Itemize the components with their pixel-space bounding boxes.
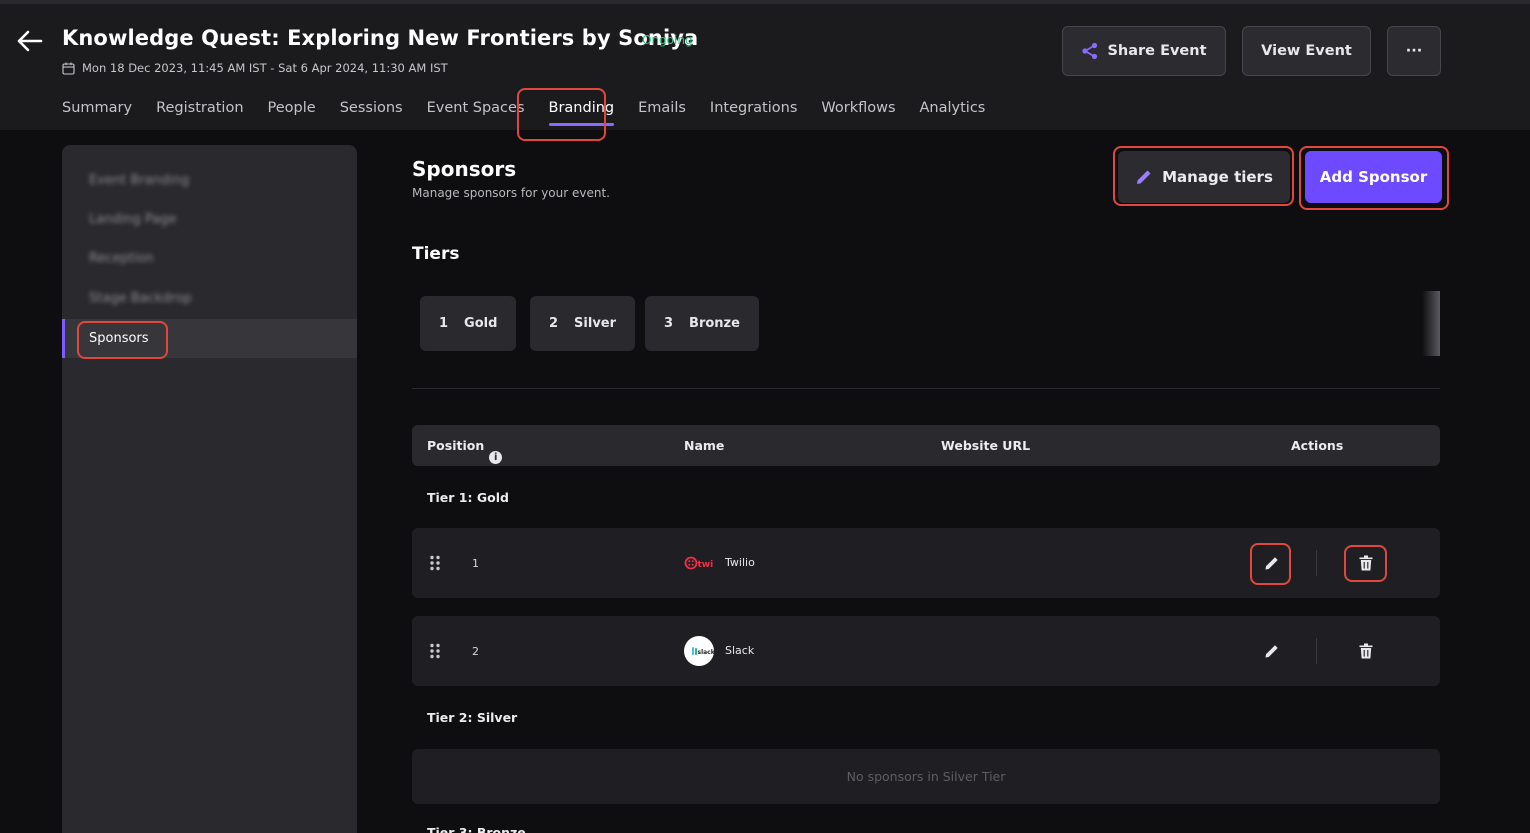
sponsor-name: Twilio — [725, 556, 755, 569]
column-header-website-url: Website URL — [941, 438, 1031, 453]
sidebar-item-landing-page[interactable]: Landing Page — [89, 212, 176, 227]
drag-handle-icon[interactable] — [429, 555, 441, 571]
tab-sessions[interactable]: Sessions — [340, 100, 403, 116]
sponsor-position: 2 — [472, 645, 479, 658]
edit-sponsor-button[interactable] — [1259, 638, 1285, 664]
tier-group-label-silver: Tier 2: Silver — [427, 710, 518, 725]
back-arrow-icon[interactable] — [14, 28, 44, 54]
tiers-heading: Tiers — [412, 244, 460, 264]
tab-emails[interactable]: Emails — [638, 100, 686, 116]
column-header-name: Name — [684, 438, 725, 453]
tier-number: 3 — [664, 316, 674, 331]
tab-summary[interactable]: Summary — [62, 100, 132, 116]
delete-sponsor-button[interactable] — [1353, 550, 1379, 576]
actions-separator — [1316, 638, 1317, 664]
tab-branding[interactable]: Branding — [548, 100, 614, 126]
svg-text:slack: slack — [698, 649, 715, 656]
sponsor-name: Slack — [725, 644, 755, 657]
sponsor-position: 1 — [472, 557, 479, 570]
tier-number: 2 — [549, 316, 559, 331]
delete-sponsor-button[interactable] — [1353, 638, 1379, 664]
twilio-logo-icon: twilio — [684, 556, 715, 570]
tier-chip-gold[interactable]: 1 Gold — [420, 296, 517, 351]
tab-analytics[interactable]: Analytics — [920, 100, 986, 116]
column-header-position: Position i — [427, 438, 503, 464]
tier-group-label-bronze: Tier 3: Bronze — [427, 825, 526, 833]
branding-sidebar: Event Branding Landing Page Reception St… — [62, 145, 357, 833]
tab-registration[interactable]: Registration — [156, 100, 243, 116]
section-divider — [412, 388, 1440, 389]
tier-name: Silver — [574, 316, 617, 331]
calendar-icon — [62, 62, 75, 75]
tier-chip-bronze[interactable]: 3 Bronze — [645, 296, 759, 351]
share-event-button[interactable]: Share Event — [1062, 26, 1226, 76]
tier-chip-silver[interactable]: 2 Silver — [530, 296, 636, 351]
share-event-label: Share Event — [1107, 43, 1207, 59]
tab-people[interactable]: People — [268, 100, 316, 116]
view-event-label: View Event — [1261, 43, 1352, 59]
table-row: 1 twilio Twilio — [412, 528, 1440, 598]
tier-number: 1 — [439, 316, 449, 331]
tier-name: Bronze — [689, 316, 740, 331]
share-icon — [1082, 42, 1098, 60]
add-sponsor-label: Add Sponsor — [1319, 168, 1428, 186]
sidebar-item-reception[interactable]: Reception — [89, 251, 154, 266]
tiers-scroll-indicator[interactable] — [1422, 291, 1440, 356]
page-title: Sponsors — [412, 157, 517, 181]
manage-tiers-label: Manage tiers — [1162, 168, 1273, 186]
table-row: 2 slack Slack — [412, 616, 1440, 686]
column-header-actions: Actions — [1291, 438, 1344, 453]
sidebar-item-event-branding[interactable]: Event Branding — [89, 173, 189, 188]
trash-icon — [1359, 555, 1373, 571]
pencil-icon — [1265, 645, 1278, 658]
tab-workflows[interactable]: Workflows — [821, 100, 895, 116]
status-badge: Ongoing — [642, 33, 693, 47]
event-date-range: Mon 18 Dec 2023, 11:45 AM IST - Sat 6 Ap… — [62, 61, 448, 75]
more-dots-icon: ··· — [1405, 43, 1423, 59]
svg-text:twilio: twilio — [698, 560, 715, 570]
more-options-button[interactable]: ··· — [1387, 26, 1441, 76]
event-tabs: Summary Registration People Sessions Event S… — [62, 100, 1009, 126]
slack-logo-icon: slack — [684, 636, 714, 666]
event-title: Knowledge Quest: Exploring New Frontiers… — [62, 26, 699, 50]
view-event-button[interactable]: View Event — [1242, 26, 1371, 76]
drag-handle-icon[interactable] — [429, 643, 441, 659]
actions-separator — [1316, 550, 1317, 576]
manage-tiers-button[interactable]: Manage tiers — [1118, 151, 1290, 203]
tab-integrations[interactable]: Integrations — [710, 100, 797, 116]
add-sponsor-button[interactable]: Add Sponsor — [1305, 151, 1442, 203]
sidebar-item-sponsors[interactable]: Sponsors — [89, 331, 149, 346]
tab-event-spaces[interactable]: Event Spaces — [427, 100, 525, 116]
empty-silver-tier-message: No sponsors in Silver Tier — [412, 749, 1440, 804]
info-icon[interactable]: i — [489, 451, 503, 464]
sponsors-table-header: Position i Name Website URL Actions — [412, 425, 1440, 466]
pencil-icon — [1265, 557, 1278, 570]
sidebar-item-stage-backdrop[interactable]: Stage Backdrop — [89, 291, 192, 306]
pencil-icon — [1137, 170, 1151, 184]
tier-name: Gold — [464, 316, 498, 331]
page-subtitle: Manage sponsors for your event. — [412, 186, 610, 200]
date-range-text: Mon 18 Dec 2023, 11:45 AM IST - Sat 6 Ap… — [82, 61, 448, 75]
tier-group-label-gold: Tier 1: Gold — [427, 490, 509, 505]
trash-icon — [1359, 643, 1373, 659]
edit-sponsor-button[interactable] — [1259, 550, 1285, 576]
event-header: Knowledge Quest: Exploring New Frontiers… — [0, 0, 1530, 130]
